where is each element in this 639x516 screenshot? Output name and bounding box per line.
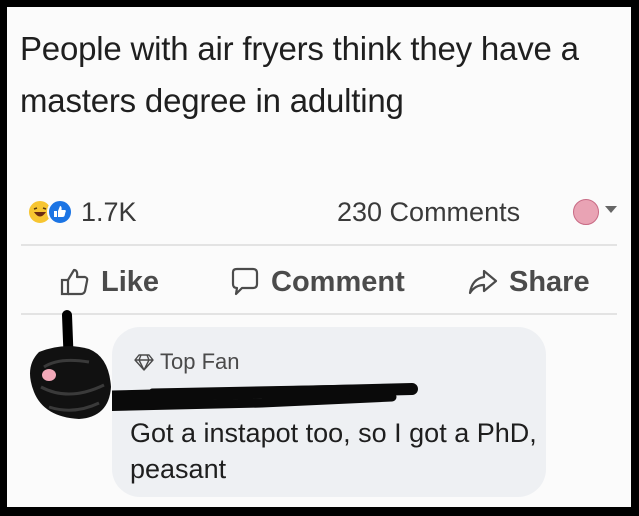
reactions-row: 1.7K 230 Comments: [7, 187, 631, 237]
action-bar: Like Comment Share: [7, 257, 631, 307]
commenter-avatar[interactable]: [19, 307, 114, 427]
thumbs-up-icon: [60, 268, 89, 296]
chevron-down-icon[interactable]: [604, 205, 618, 215]
comment-button[interactable]: Comment: [229, 265, 405, 299]
divider: [21, 244, 617, 246]
comments-count[interactable]: 230 Comments: [337, 197, 520, 228]
share-button[interactable]: Share: [467, 265, 590, 299]
comment-bubble[interactable]: Top Fan Got a instapot too, so I got a P…: [112, 327, 546, 497]
post-text: People with air fryers think they have a…: [20, 30, 579, 119]
viewer-avatar-icon[interactable]: [573, 199, 599, 225]
share-arrow-icon: [468, 269, 498, 295]
top-fan-badge: Top Fan: [134, 349, 240, 375]
post-card: People with air fryers think they have a…: [7, 7, 631, 507]
share-label: Share: [509, 265, 590, 298]
comment-label: Comment: [271, 265, 405, 298]
top-fan-label: Top Fan: [160, 349, 240, 374]
redacted-commenter-name: [112, 383, 418, 412]
diamond-icon: [134, 354, 154, 371]
like-label: Like: [101, 265, 160, 298]
like-reaction-icon: [47, 199, 73, 225]
reaction-icons[interactable]: [27, 197, 73, 227]
reaction-count[interactable]: 1.7K: [81, 197, 137, 228]
comment-text: Got a instapot too, so I got a PhD, peas…: [130, 418, 537, 484]
like-button[interactable]: Like: [59, 265, 159, 299]
speech-bubble-icon: [231, 267, 259, 296]
